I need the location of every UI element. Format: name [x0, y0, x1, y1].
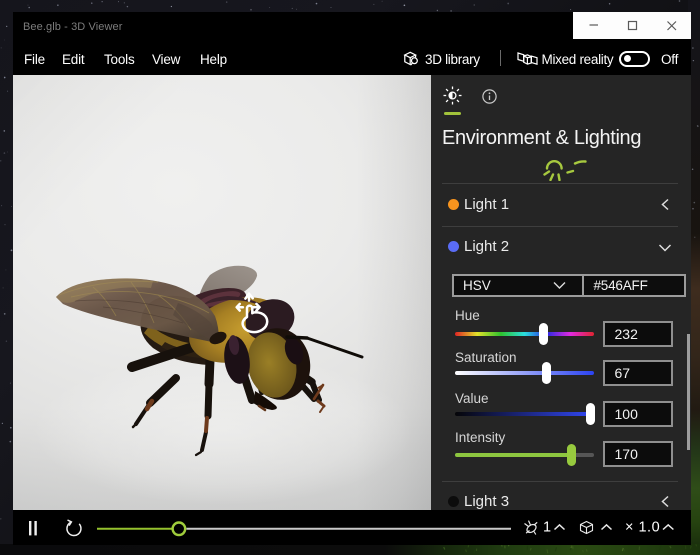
svg-text:× 1.0: × 1.0 — [625, 520, 660, 536]
svg-text:1: 1 — [543, 520, 551, 536]
